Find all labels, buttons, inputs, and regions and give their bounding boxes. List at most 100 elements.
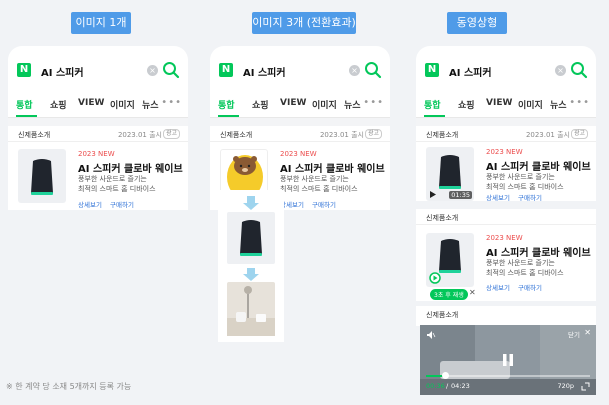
- video-thumbnail[interactable]: 01:35: [426, 147, 474, 201]
- search-query[interactable]: AI 스피커: [41, 64, 84, 79]
- active-tab-indicator: [16, 115, 37, 117]
- detail-link[interactable]: 상세보기: [78, 199, 102, 209]
- tab-news[interactable]: 뉴스: [344, 98, 361, 111]
- search-icon[interactable]: [364, 61, 382, 79]
- speaker-frame-image: [227, 212, 275, 264]
- buy-link[interactable]: 구매하기: [312, 199, 336, 209]
- naver-logo-icon: N: [17, 63, 31, 77]
- quality-label[interactable]: 720p: [557, 382, 574, 390]
- product-desc-2: 최적의 스마트 홈 디바이스: [486, 183, 564, 191]
- ad-badge: 광고: [570, 129, 588, 139]
- naver-logo-icon: N: [425, 63, 439, 77]
- tab-view[interactable]: VIEW: [486, 98, 512, 108]
- product-desc-1: 풍부한 사운드로 즐기는: [280, 175, 349, 183]
- video-player[interactable]: 닫기 ✕ 00:36 / 04:23 720p: [420, 325, 596, 395]
- video-duration: 01:35: [449, 191, 472, 199]
- video-autoplay-card: 신제품소개 3초 후 재생 ✕ 2023 NEW AI 스피커 클로바 웨이브 …: [416, 209, 596, 301]
- card-date: 2023.01 출시: [525, 131, 570, 139]
- footnote: ※ 한 계약 당 소재 5개까지 등록 가능: [6, 382, 132, 391]
- search-tabs: 통합 쇼핑 VIEW 이미지 뉴스 •••: [210, 90, 390, 118]
- tab-images[interactable]: 이미지: [518, 98, 543, 111]
- ad-badge: 광고: [162, 129, 180, 139]
- product-title[interactable]: AI 스피커 클로바 웨이브: [78, 160, 183, 175]
- new-label: 2023 NEW: [78, 150, 115, 158]
- speaker-icon: [31, 159, 53, 195]
- autoplay-close-icon[interactable]: ✕: [469, 288, 476, 297]
- arrow-down-icon: [243, 196, 259, 210]
- product-title[interactable]: AI 스피커 클로바 웨이브: [486, 158, 591, 173]
- tab-news[interactable]: 뉴스: [550, 98, 567, 111]
- search-bar[interactable]: N AI 스피커 ×: [416, 46, 596, 90]
- tab-shopping[interactable]: 쇼핑: [252, 98, 269, 111]
- active-tab-indicator: [218, 115, 239, 117]
- transition-sequence: [227, 196, 275, 336]
- badge-video: 동영상형: [447, 12, 507, 34]
- product-desc-2: 최적의 스마트 홈 디바이스: [280, 185, 358, 193]
- tab-shopping[interactable]: 쇼핑: [50, 98, 67, 111]
- more-icon[interactable]: •••: [161, 97, 182, 108]
- tab-all[interactable]: 통합: [16, 98, 33, 111]
- new-label: 2023 NEW: [280, 150, 317, 158]
- tab-view[interactable]: VIEW: [78, 98, 104, 108]
- video-player-card: 신제품소개: [416, 306, 596, 326]
- product-desc-1: 풍부한 사운드로 즐기는: [486, 173, 555, 181]
- play-icon: [430, 191, 436, 198]
- ad-badge: 광고: [364, 129, 382, 139]
- card-label: 신제품소개: [426, 214, 459, 222]
- fullscreen-icon[interactable]: [581, 382, 590, 391]
- clear-icon[interactable]: ×: [349, 65, 360, 76]
- search-icon[interactable]: [570, 61, 588, 79]
- buy-link[interactable]: 구매하기: [518, 192, 542, 201]
- search-tabs: 통합 쇼핑 VIEW 이미지 뉴스 •••: [8, 90, 188, 118]
- new-label: 2023 NEW: [486, 148, 523, 156]
- active-tab-indicator: [424, 115, 445, 117]
- tab-images[interactable]: 이미지: [312, 98, 337, 111]
- card-label: 신제품소개: [426, 131, 459, 139]
- tab-images[interactable]: 이미지: [110, 98, 135, 111]
- new-label: 2023 NEW: [486, 234, 523, 242]
- video-ad-card: 신제품소개 2023.01 출시 광고 01:35 2023 NEW AI 스피…: [416, 126, 596, 201]
- card-label: 신제품소개: [426, 311, 459, 319]
- search-icon[interactable]: [162, 61, 180, 79]
- search-query[interactable]: AI 스피커: [449, 64, 492, 79]
- current-time: 00:36: [426, 382, 445, 390]
- card-label: 신제품소개: [18, 131, 51, 139]
- phone-image-1: N AI 스피커 × 통합 쇼핑 VIEW 이미지 뉴스 ••• 신제품소개 2…: [8, 46, 188, 210]
- badge-image-3: 이미지 3개 (전환효과): [252, 12, 356, 34]
- autoplay-badge[interactable]: 3초 후 재생: [430, 289, 468, 300]
- ad-card: 신제품소개 2023.01 출시 광고 2023 NEW AI 스피커 클로바 …: [8, 126, 188, 210]
- more-icon[interactable]: •••: [363, 97, 384, 108]
- progress-bar[interactable]: [426, 375, 590, 377]
- detail-link[interactable]: 상세보기: [486, 282, 510, 292]
- product-desc-1: 풍부한 사운드로 즐기는: [486, 259, 555, 267]
- total-time: 04:23: [451, 382, 470, 390]
- search-bar[interactable]: N AI 스피커 ×: [8, 46, 188, 90]
- tab-shopping[interactable]: 쇼핑: [458, 98, 475, 111]
- close-icon[interactable]: ✕: [584, 328, 591, 337]
- more-icon[interactable]: •••: [569, 97, 590, 108]
- time-separator: /: [446, 382, 449, 390]
- tab-news[interactable]: 뉴스: [142, 98, 159, 111]
- tab-all[interactable]: 통합: [218, 98, 235, 111]
- pause-icon[interactable]: [501, 353, 515, 367]
- phone-image-3: N AI 스피커 × 통합 쇼핑 VIEW 이미지 뉴스 ••• 신제품소개 2…: [210, 46, 390, 210]
- product-title[interactable]: AI 스피커 클로바 웨이브: [486, 244, 591, 259]
- buy-link[interactable]: 구매하기: [110, 199, 134, 209]
- mute-icon[interactable]: [426, 330, 436, 340]
- close-label[interactable]: 닫기: [568, 329, 580, 339]
- search-query[interactable]: AI 스피커: [243, 64, 286, 79]
- clear-icon[interactable]: ×: [555, 65, 566, 76]
- search-tabs: 통합 쇼핑 VIEW 이미지 뉴스 •••: [416, 90, 596, 118]
- tab-view[interactable]: VIEW: [280, 98, 306, 108]
- card-date: 2023.01 출시: [117, 131, 162, 139]
- tab-all[interactable]: 통합: [424, 98, 441, 111]
- search-bar[interactable]: N AI 스피커 ×: [210, 46, 390, 90]
- transition-panel: [218, 190, 284, 342]
- buy-link[interactable]: 구매하기: [518, 282, 542, 292]
- video-thumbnail[interactable]: [426, 233, 474, 287]
- detail-link[interactable]: 상세보기: [486, 192, 510, 201]
- clear-icon[interactable]: ×: [147, 65, 158, 76]
- arrow-down-icon: [243, 268, 259, 281]
- product-title[interactable]: AI 스피커 클로바 웨이브: [280, 160, 385, 175]
- product-image[interactable]: [18, 149, 66, 203]
